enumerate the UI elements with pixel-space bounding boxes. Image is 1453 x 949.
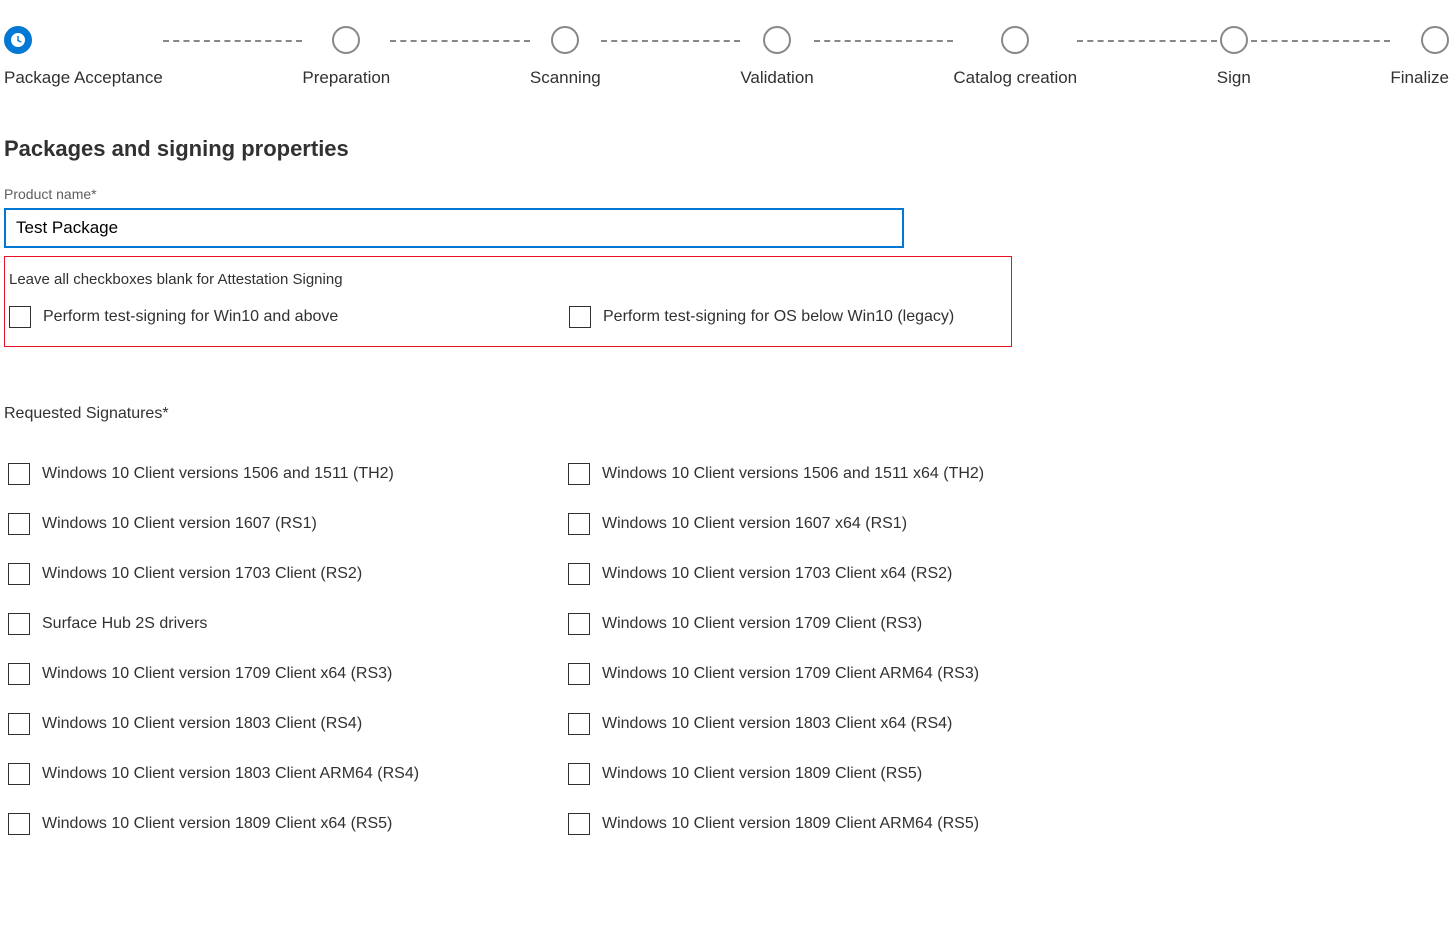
signatures-grid: Windows 10 Client versions 1506 and 1511… xyxy=(4,463,1449,863)
signature-checkbox[interactable] xyxy=(8,813,30,835)
signature-label: Windows 10 Client version 1809 Client x6… xyxy=(42,815,392,833)
signature-option: Windows 10 Client version 1803 Client AR… xyxy=(4,763,564,785)
signature-label: Windows 10 Client version 1709 Client x6… xyxy=(42,665,392,683)
signature-checkbox[interactable] xyxy=(568,663,590,685)
signature-option: Windows 10 Client version 1803 Client x6… xyxy=(564,713,1449,735)
signature-option: Surface Hub 2S drivers xyxy=(4,613,564,635)
signature-checkbox[interactable] xyxy=(8,563,30,585)
step-label: Preparation xyxy=(302,68,390,88)
step-label: Finalize xyxy=(1390,68,1449,88)
signature-checkbox[interactable] xyxy=(8,763,30,785)
attestation-note: Leave all checkboxes blank for Attestati… xyxy=(9,271,1011,288)
step-circle-icon xyxy=(1220,26,1248,54)
step-finalize: Finalize xyxy=(1390,26,1449,88)
signature-label: Windows 10 Client version 1709 Client (R… xyxy=(602,615,922,633)
step-label: Catalog creation xyxy=(953,68,1077,88)
step-circle-icon xyxy=(1001,26,1029,54)
step-circle-icon xyxy=(332,26,360,54)
step-package-acceptance: Package Acceptance xyxy=(4,26,163,88)
signature-option: Windows 10 Client version 1809 Client x6… xyxy=(4,813,564,835)
signature-option: Windows 10 Client version 1709 Client (R… xyxy=(564,613,1449,635)
signature-checkbox[interactable] xyxy=(568,463,590,485)
step-circle-icon xyxy=(763,26,791,54)
signature-label: Windows 10 Client version 1809 Client (R… xyxy=(602,765,922,783)
signature-option: Windows 10 Client version 1809 Client (R… xyxy=(564,763,1449,785)
step-preparation: Preparation xyxy=(302,26,390,88)
signature-label: Windows 10 Client version 1809 Client AR… xyxy=(602,815,979,833)
signature-option: Windows 10 Client version 1709 Client AR… xyxy=(564,663,1449,685)
signature-label: Windows 10 Client version 1703 Client x6… xyxy=(602,565,952,583)
step-connector xyxy=(814,40,954,42)
step-catalog-creation: Catalog creation xyxy=(953,26,1077,88)
signature-checkbox[interactable] xyxy=(568,763,590,785)
step-label: Validation xyxy=(740,68,813,88)
section-title: Packages and signing properties xyxy=(4,136,1449,162)
signature-option: Windows 10 Client version 1809 Client AR… xyxy=(564,813,1449,835)
step-circle-icon xyxy=(551,26,579,54)
test-sign-win10-checkbox[interactable] xyxy=(9,306,31,328)
signature-label: Windows 10 Client version 1607 (RS1) xyxy=(42,515,317,533)
signature-option: Windows 10 Client version 1607 (RS1) xyxy=(4,513,564,535)
signature-label: Surface Hub 2S drivers xyxy=(42,615,207,633)
signature-option: Windows 10 Client version 1703 Client x6… xyxy=(564,563,1449,585)
signature-option: Windows 10 Client version 1607 x64 (RS1) xyxy=(564,513,1449,535)
signature-label: Windows 10 Client versions 1506 and 1511… xyxy=(602,465,984,483)
product-name-input[interactable] xyxy=(4,208,904,248)
step-circle-icon xyxy=(1421,26,1449,54)
signature-option: Windows 10 Client version 1709 Client x6… xyxy=(4,663,564,685)
signature-checkbox[interactable] xyxy=(568,563,590,585)
progress-stepper: Package Acceptance Preparation Scanning … xyxy=(4,4,1449,88)
signature-option: Windows 10 Client versions 1506 and 1511… xyxy=(564,463,1449,485)
product-name-label: Product name* xyxy=(4,186,1449,202)
signature-checkbox[interactable] xyxy=(568,613,590,635)
signature-label: Windows 10 Client version 1709 Client AR… xyxy=(602,665,979,683)
signature-checkbox[interactable] xyxy=(8,513,30,535)
test-sign-legacy-checkbox[interactable] xyxy=(569,306,591,328)
signature-label: Windows 10 Client version 1703 Client (R… xyxy=(42,565,362,583)
signature-option: Windows 10 Client versions 1506 and 1511… xyxy=(4,463,564,485)
signature-checkbox[interactable] xyxy=(8,663,30,685)
step-scanning: Scanning xyxy=(530,26,601,88)
test-sign-legacy-label: Perform test-signing for OS below Win10 … xyxy=(603,308,954,326)
signature-checkbox[interactable] xyxy=(8,463,30,485)
signature-label: Windows 10 Client version 1803 Client AR… xyxy=(42,765,419,783)
step-connector xyxy=(163,40,303,42)
step-label: Sign xyxy=(1217,68,1251,88)
signature-label: Windows 10 Client version 1803 Client (R… xyxy=(42,715,362,733)
clock-icon xyxy=(4,26,32,54)
step-sign: Sign xyxy=(1217,26,1251,88)
test-sign-win10-label: Perform test-signing for Win10 and above xyxy=(43,308,338,326)
step-connector xyxy=(390,40,530,42)
step-label: Scanning xyxy=(530,68,601,88)
signature-checkbox[interactable] xyxy=(568,713,590,735)
signature-checkbox[interactable] xyxy=(8,613,30,635)
signature-label: Windows 10 Client versions 1506 and 1511… xyxy=(42,465,394,483)
signature-label: Windows 10 Client version 1803 Client x6… xyxy=(602,715,952,733)
step-connector xyxy=(1251,40,1391,42)
attestation-signing-box: Leave all checkboxes blank for Attestati… xyxy=(4,256,1012,347)
signature-option: Windows 10 Client version 1703 Client (R… xyxy=(4,563,564,585)
signature-checkbox[interactable] xyxy=(8,713,30,735)
signature-checkbox[interactable] xyxy=(568,513,590,535)
signature-checkbox[interactable] xyxy=(568,813,590,835)
step-connector xyxy=(601,40,741,42)
requested-signatures-label: Requested Signatures* xyxy=(4,405,1449,423)
signature-label: Windows 10 Client version 1607 x64 (RS1) xyxy=(602,515,907,533)
signature-option: Windows 10 Client version 1803 Client (R… xyxy=(4,713,564,735)
step-validation: Validation xyxy=(740,26,813,88)
step-connector xyxy=(1077,40,1217,42)
step-label: Package Acceptance xyxy=(4,68,163,88)
